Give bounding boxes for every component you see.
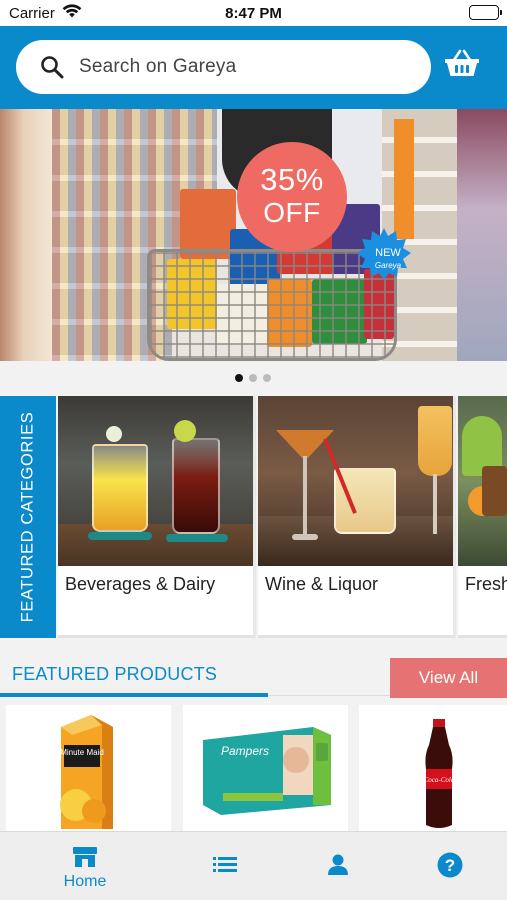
category-label: Fresh [465, 574, 507, 594]
category-card-wine-liquor[interactable]: Wine & Liquor [258, 396, 456, 638]
new-badge-brand: Gareya [374, 261, 402, 270]
orange-juice-carton-image: Minute Maid [60, 715, 113, 829]
user-icon [327, 854, 349, 881]
status-bar: Carrier 8:47 PM [0, 0, 507, 26]
svg-text:?: ? [445, 856, 455, 875]
featured-products-title: FEATURED PRODUCTS [12, 664, 218, 684]
tab-help[interactable]: ? [387, 832, 507, 900]
product-brand-text: Coca-Cola [424, 776, 455, 784]
wine-liquor-image [258, 396, 453, 566]
category-label: Beverages & Dairy [65, 574, 216, 594]
search-icon [40, 55, 64, 84]
pagination-dot[interactable] [249, 374, 257, 382]
view-all-button[interactable]: View All [390, 658, 507, 698]
help-icon: ? [437, 852, 463, 883]
discount-percent: 35% [260, 162, 324, 197]
search-input[interactable]: Search on Gareya [16, 40, 431, 94]
tab-home-label: Home [63, 873, 107, 890]
category-card-beverages[interactable]: Beverages & Dairy [58, 396, 256, 638]
product-brand-text: Pampers [221, 744, 269, 758]
soda-bottle-image: Coca-Cola [424, 719, 455, 828]
search-placeholder: Search on Gareya [79, 56, 237, 77]
bottom-tab-bar: Home ? [0, 831, 507, 900]
battery-icon [469, 5, 502, 20]
promo-banner-image[interactable]: 35% OFF NEW Gareya [52, 109, 457, 361]
product-card-soda[interactable]: Coca-Cola [359, 705, 507, 831]
list-icon [213, 856, 237, 879]
new-badge-label: NEW [375, 247, 401, 259]
tab-profile[interactable] [275, 832, 401, 900]
tab-list[interactable] [162, 832, 288, 900]
section-underline [0, 693, 268, 697]
store-icon [72, 846, 98, 873]
category-card-fresh[interactable]: Fresh [458, 396, 507, 638]
app-header: Search on Gareya [0, 26, 507, 109]
product-card-diapers[interactable]: Pampers [183, 705, 348, 831]
featured-products-header: FEATURED PRODUCTS View All [0, 655, 507, 700]
featured-categories-section: FEATURED CATEGORIES Beverages & Dairy Wi… [0, 394, 507, 639]
pagination-dot[interactable] [263, 374, 271, 382]
basket-icon[interactable] [444, 48, 480, 83]
category-label: Wine & Liquor [265, 574, 379, 594]
status-time: 8:47 PM [225, 5, 282, 22]
product-brand-text: Minute Maid [60, 748, 104, 757]
discount-off-label: OFF [263, 197, 321, 228]
discount-badge: 35% OFF [237, 142, 347, 252]
previous-slide-peek [0, 109, 52, 361]
screen: Carrier 8:47 PM Search on Gareya 35% OFF… [0, 0, 507, 900]
diaper-box-image: Pampers [203, 727, 331, 815]
featured-categories-header: FEATURED CATEGORIES [0, 396, 56, 638]
product-card-orange-juice[interactable]: Minute Maid [6, 705, 171, 831]
fresh-image [458, 396, 507, 566]
promo-banner-carousel[interactable]: 35% OFF NEW Gareya [0, 109, 507, 361]
carousel-pagination [0, 361, 507, 394]
pagination-dot-active[interactable] [235, 374, 243, 382]
next-slide-peek [457, 109, 507, 361]
tab-home[interactable]: Home [22, 832, 148, 900]
featured-categories-title: FEATURED CATEGORIES [18, 411, 37, 623]
beverages-image [58, 396, 253, 566]
